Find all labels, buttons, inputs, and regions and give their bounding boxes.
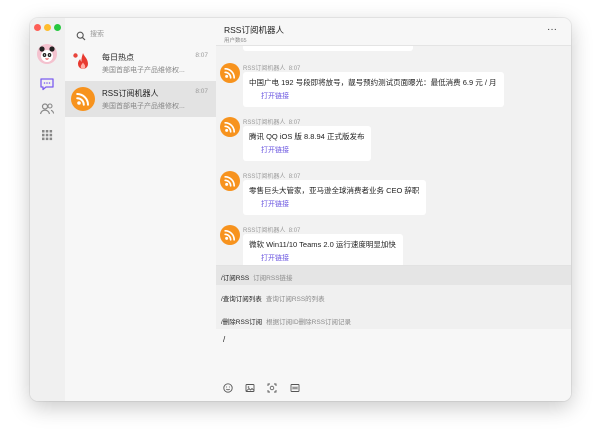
image-icon[interactable]: [245, 380, 255, 392]
chat-list: 搜索 每日热点 美国首部电子产品维修权... 8:07 RSS订阅机器人 美国首…: [65, 18, 217, 401]
open-link[interactable]: 打开链接: [261, 93, 497, 101]
message-input[interactable]: /: [216, 329, 571, 401]
conversation-title: RSS订阅机器人: [224, 25, 284, 35]
window-close-button[interactable]: [34, 24, 41, 31]
chat-icon[interactable]: [39, 76, 55, 92]
message-text: 中国广电 192 号段即将放号，靓号预约测试页面曝光：最低消费 6.9 元 / …: [249, 78, 497, 87]
nav-rail: [30, 18, 66, 401]
apps-icon[interactable]: [39, 127, 55, 143]
window-minimize-button[interactable]: [44, 24, 51, 31]
rss-icon: [220, 63, 240, 83]
conversation-header: RSS订阅机器人 用户数65 ···: [216, 18, 571, 46]
message-input-value: /: [223, 335, 226, 344]
command-desc: 查询订阅RSS的列表: [265, 296, 325, 303]
command-name: /删除RSS订阅: [221, 319, 263, 326]
command-desc: 根据订阅ID删除RSS订阅记录: [266, 319, 352, 326]
search-input[interactable]: 搜索: [72, 26, 210, 42]
emoji-icon[interactable]: [223, 380, 233, 393]
message-text: 微软 Win11/10 Teams 2.0 运行速度明显加快: [249, 240, 396, 249]
fire-icon: [71, 51, 95, 75]
conversation-panel: RSS订阅机器人 用户数65 ··· RSS订阅机器人 8:07 中国广电 19…: [216, 18, 571, 401]
open-link[interactable]: 打开链接: [261, 147, 364, 155]
member-count: 用户数65: [224, 38, 247, 44]
user-avatar[interactable]: [37, 44, 57, 64]
search-icon: [76, 28, 86, 46]
message-bubble: 中国广电 192 号段即将放号，靓号预约测试页面曝光：最低消费 6.9 元 / …: [243, 72, 504, 107]
rss-icon: [220, 225, 240, 245]
command-option[interactable]: /订阅RSS 订阅RSS链接: [216, 266, 571, 285]
message-meta: RSS订阅机器人 8:07: [243, 225, 300, 234]
message-bubble: 腾讯 QQ iOS 版 8.8.94 正式版发布 打开链接: [243, 126, 372, 161]
rss-icon: [71, 87, 95, 111]
command-name: /订阅RSS: [221, 275, 250, 282]
command-icon[interactable]: [290, 380, 300, 392]
chat-item-daily-news[interactable]: 每日热点 美国首部电子产品维修权... 8:07: [65, 45, 216, 81]
command-suggestions: /订阅RSS 订阅RSS链接 /查询订阅列表 查询订阅RSS的列表 /删除RSS订阅…: [216, 265, 571, 329]
rss-icon: [220, 171, 240, 191]
command-desc: 订阅RSS链接: [253, 275, 293, 282]
more-options-button[interactable]: ···: [547, 24, 557, 35]
chat-time: 8:07: [195, 52, 208, 59]
message-text: 零售巨头大管家，亚马逊全球消费者业务 CEO 辞职: [249, 186, 420, 195]
chat-item-rss-bot[interactable]: RSS订阅机器人 美国首部电子产品维修权... 8:07: [65, 81, 216, 117]
open-link[interactable]: 打开链接: [261, 255, 396, 263]
message-bubble: 微软 Win11/10 Teams 2.0 运行速度明显加快 打开链接: [243, 234, 403, 269]
chat-preview: 美国首部电子产品维修权...: [102, 103, 185, 110]
command-option[interactable]: /查询订阅列表 查询订阅RSS的列表: [221, 293, 325, 303]
app-window: 搜索 每日热点 美国首部电子产品维修权... 8:07 RSS订阅机器人 美国首…: [30, 18, 571, 401]
chat-time: 8:07: [195, 88, 208, 95]
chat-name: 每日热点: [102, 53, 134, 62]
command-option[interactable]: /删除RSS订阅 根据订阅ID删除RSS订阅记录: [221, 316, 351, 326]
message-meta: RSS订阅机器人 8:07: [243, 171, 300, 180]
previous-message-bubble: [243, 46, 413, 51]
search-placeholder: 搜索: [90, 31, 104, 38]
rss-icon: [220, 117, 240, 137]
chat-name: RSS订阅机器人: [102, 89, 159, 98]
message-bubble: 零售巨头大管家，亚马逊全球消费者业务 CEO 辞职 打开链接: [243, 180, 427, 215]
message-meta: RSS订阅机器人 8:07: [243, 117, 300, 126]
window-zoom-button[interactable]: [54, 24, 61, 31]
contacts-icon[interactable]: [39, 101, 55, 117]
message-meta: RSS订阅机器人 8:07: [243, 63, 300, 72]
message-text: 腾讯 QQ iOS 版 8.8.94 正式版发布: [249, 132, 365, 141]
open-link[interactable]: 打开链接: [261, 201, 419, 209]
screenshot-icon[interactable]: [267, 380, 277, 393]
command-name: /查询订阅列表: [221, 296, 262, 303]
chat-preview: 美国首部电子产品维修权...: [102, 67, 185, 74]
